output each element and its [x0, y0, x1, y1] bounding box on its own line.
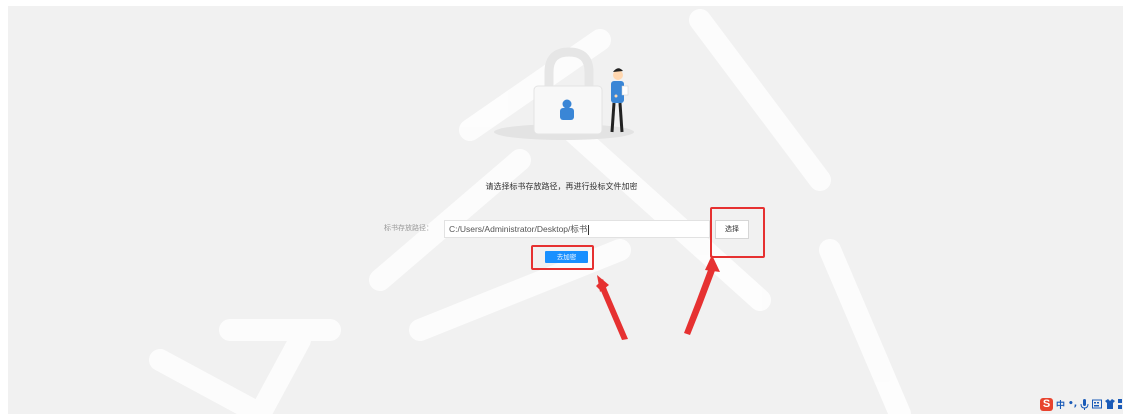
skin-icon[interactable]	[1105, 399, 1116, 409]
annotation-arrows	[596, 255, 720, 340]
sogou-logo-icon[interactable]: S	[1040, 397, 1053, 411]
ime-mode-toggle[interactable]: 中	[1056, 398, 1065, 411]
keyboard-icon[interactable]	[1092, 399, 1103, 409]
punctuation-toggle[interactable]: •,	[1068, 399, 1077, 409]
ime-tray: S 中 •,	[1040, 394, 1123, 414]
grid-icon[interactable]	[1118, 399, 1123, 409]
arrow-to-select	[684, 262, 716, 335]
mic-icon[interactable]	[1080, 398, 1089, 410]
